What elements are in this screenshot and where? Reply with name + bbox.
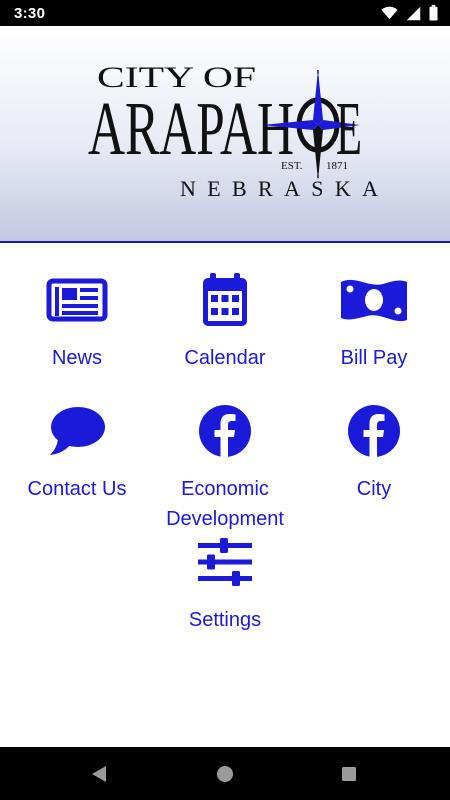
- chat-bubble-icon: [42, 396, 112, 466]
- tile-settings-label: Settings: [188, 609, 262, 631]
- tile-news-label: News: [51, 347, 102, 369]
- status-time: 3:30: [14, 5, 46, 22]
- logo-est-label: EST.: [281, 160, 303, 172]
- tile-bill-pay[interactable]: Bill Pay: [324, 265, 424, 373]
- tile-calendar[interactable]: Calendar: [160, 265, 290, 373]
- home-icon: [217, 766, 233, 782]
- tile-economic-development[interactable]: Economic Development: [150, 396, 300, 534]
- status-bar: 3:30: [0, 0, 450, 26]
- calendar-icon: [190, 265, 260, 335]
- tile-economic-label-line1: Economic: [181, 478, 269, 500]
- facebook-icon: [339, 396, 409, 466]
- sliders-icon: [190, 527, 260, 597]
- back-icon: [92, 766, 106, 782]
- logo-e: E: [336, 87, 362, 171]
- tile-news[interactable]: News: [27, 265, 127, 373]
- wifi-icon: [381, 6, 398, 20]
- battery-icon: [429, 5, 438, 21]
- header-banner: CITY OF ARAPAH E EST. 1871 NEBRASKA: [0, 26, 450, 243]
- logo-arapah: ARAPAH: [88, 87, 294, 171]
- app-screen: 3:30 CITY OF ARAPAH E EST. 1871 NEBRASKA…: [0, 0, 450, 800]
- home-button[interactable]: [213, 762, 237, 786]
- logo-nebraska: NEBRASKA: [180, 176, 378, 201]
- tile-settings[interactable]: Settings: [170, 527, 280, 635]
- signal-icon: [406, 6, 421, 20]
- recents-button[interactable]: [337, 762, 361, 786]
- tile-city[interactable]: City: [324, 396, 424, 504]
- logo-est-year: 1871: [326, 160, 348, 172]
- tile-economic-development-label: Economic Development: [166, 474, 284, 534]
- tile-contact-us[interactable]: Contact Us: [17, 396, 137, 504]
- tile-bill-pay-label: Bill Pay: [340, 347, 408, 369]
- newspaper-icon: [42, 265, 112, 335]
- tile-contact-us-label: Contact Us: [27, 478, 127, 500]
- recents-icon: [342, 767, 356, 781]
- back-button[interactable]: [87, 762, 111, 786]
- system-nav-bar: [0, 747, 450, 800]
- tile-calendar-label: Calendar: [184, 347, 266, 369]
- tile-city-label: City: [356, 478, 392, 500]
- city-logo: CITY OF ARAPAH E EST. 1871 NEBRASKA: [88, 61, 378, 201]
- facebook-icon: [190, 396, 260, 466]
- status-icons: [381, 5, 438, 21]
- money-bill-icon: [339, 265, 409, 335]
